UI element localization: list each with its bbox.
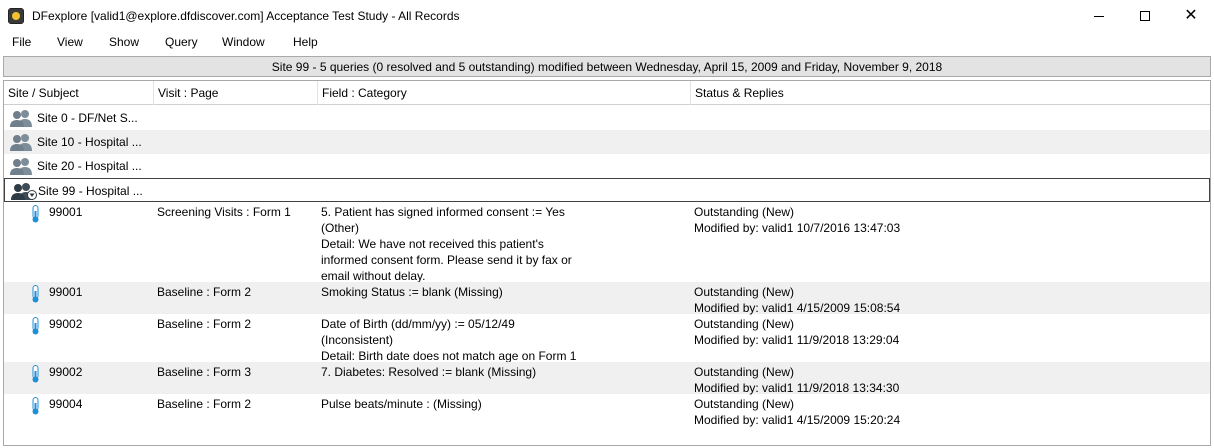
query-row[interactable]: 99004 Baseline : Form 2 Pulse beats/minu… (4, 394, 1210, 428)
status-line: Outstanding (New) (694, 205, 795, 219)
maximize-button[interactable] (1122, 0, 1168, 32)
site-row[interactable]: Site 10 - Hospital ... (4, 130, 1210, 154)
field-line: (Inconsistent) (321, 333, 394, 347)
summary-text: Site 99 - 5 queries (0 resolved and 5 ou… (271, 59, 943, 74)
query-row[interactable]: 99002 Baseline : Form 2 Date of Birth (d… (4, 314, 1210, 363)
thermometer-query-icon (32, 285, 39, 303)
site-row[interactable]: Site 20 - Hospital ... (4, 154, 1210, 178)
field-line: 5. Patient has signed informed consent :… (321, 205, 565, 219)
maximize-icon (1140, 11, 1150, 21)
visit-page: Baseline : Form 2 (157, 397, 252, 411)
subject-id: 99001 (49, 205, 83, 219)
site-row[interactable]: Site 0 - DF/Net S... (4, 106, 1210, 130)
menu-help[interactable]: Help (293, 35, 318, 49)
visit-page: Baseline : Form 2 (157, 317, 252, 331)
status-line: Modified by: valid1 4/15/2009 15:20:24 (694, 413, 901, 427)
subject-id: 99002 (49, 317, 83, 331)
close-button[interactable]: ✕ (1168, 0, 1214, 32)
menu-file[interactable]: File (12, 35, 31, 49)
field-line: Smoking Status := blank (Missing) (321, 285, 503, 299)
app-icon[interactable] (8, 8, 24, 24)
visit-page: Screening Visits : Form 1 (157, 205, 291, 219)
visit-page: Baseline : Form 3 (157, 365, 252, 379)
grid-header: Site / Subject Visit : Page Field : Cate… (4, 81, 1210, 105)
status-line: Modified by: valid1 11/9/2018 13:29:04 (694, 333, 900, 347)
status-line: Outstanding (New) (694, 397, 795, 411)
subject-id: 99001 (49, 285, 83, 299)
column-header-site-subject[interactable]: Site / Subject (4, 81, 154, 105)
column-header-status-replies[interactable]: Status & Replies (691, 81, 1210, 105)
field-line: informed consent form. Please send it by… (321, 253, 572, 267)
field-line: 7. Diabetes: Resolved := blank (Missing) (321, 365, 537, 379)
window-title: DFexplore [valid1@explore.dfdiscover.com… (32, 9, 460, 23)
site-label: Site 10 - Hospital ... (37, 135, 142, 149)
menu-view[interactable]: View (57, 35, 83, 49)
column-header-visit-page[interactable]: Visit : Page (154, 81, 318, 105)
field-line: Pulse beats/minute : (Missing) (321, 397, 482, 411)
thermometer-query-icon (32, 317, 39, 335)
menu-bar: File View Show Query Window Help (0, 32, 1214, 52)
status-line: Outstanding (New) (694, 365, 795, 379)
close-icon: ✕ (1184, 7, 1198, 24)
visit-page: Baseline : Form 2 (157, 285, 252, 299)
menu-show[interactable]: Show (109, 35, 139, 49)
site-row-expanded[interactable]: Site 99 - Hospital ... (4, 178, 1210, 202)
field-line: Detail: We have not received this patien… (321, 237, 544, 251)
people-group-icon (10, 134, 32, 151)
menu-window[interactable]: Window (222, 35, 265, 49)
column-header-field-category[interactable]: Field : Category (318, 81, 691, 105)
site-label: Site 20 - Hospital ... (37, 159, 142, 173)
summary-bar: Site 99 - 5 queries (0 resolved and 5 ou… (3, 56, 1211, 77)
minimize-icon (1094, 15, 1104, 17)
people-group-icon (10, 110, 32, 127)
thermometer-query-icon (32, 365, 39, 383)
query-row[interactable]: 99001 Screening Visits : Form 1 5. Patie… (4, 202, 1210, 283)
query-row[interactable]: 99001 Baseline : Form 2 Smoking Status :… (4, 282, 1210, 315)
query-row[interactable]: 99002 Baseline : Form 3 7. Diabetes: Res… (4, 362, 1210, 395)
thermometer-query-icon (32, 205, 39, 223)
people-group-icon (10, 158, 32, 175)
query-grid[interactable]: Site / Subject Visit : Page Field : Cate… (3, 80, 1211, 446)
thermometer-query-icon (32, 397, 39, 415)
status-line: Outstanding (New) (694, 317, 795, 331)
site-label: Site 0 - DF/Net S... (37, 111, 138, 125)
field-line: (Other) (321, 221, 360, 235)
people-group-icon (11, 183, 37, 200)
minimize-button[interactable] (1076, 0, 1122, 32)
site-label: Site 99 - Hospital ... (38, 184, 143, 198)
title-bar: DFexplore [valid1@explore.dfdiscover.com… (0, 0, 1214, 32)
field-line: Date of Birth (dd/mm/yy) := 05/12/49 (321, 317, 515, 331)
subject-id: 99002 (49, 365, 83, 379)
status-line: Modified by: valid1 10/7/2016 13:47:03 (694, 221, 901, 235)
menu-query[interactable]: Query (165, 35, 198, 49)
status-line: Outstanding (New) (694, 285, 795, 299)
subject-id: 99004 (49, 397, 83, 411)
